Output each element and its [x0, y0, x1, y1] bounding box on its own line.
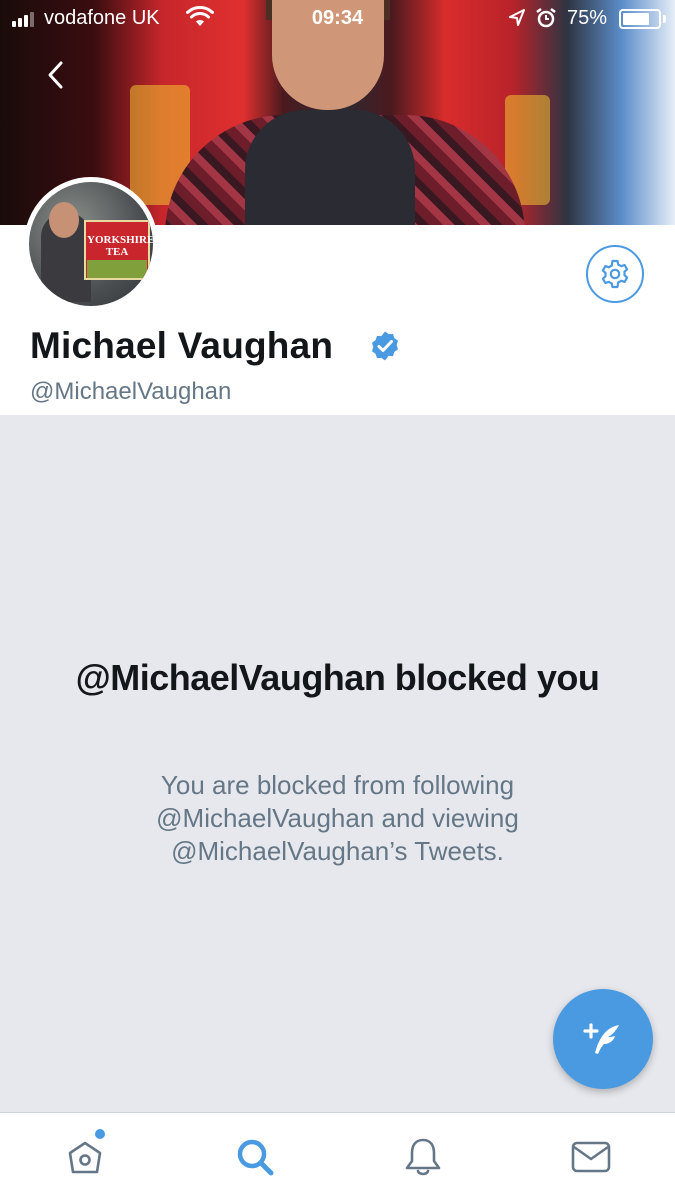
- bell-icon: [405, 1138, 441, 1176]
- home-icon: [68, 1141, 102, 1174]
- avatar[interactable]: YORKSHIRE TEA: [24, 177, 158, 311]
- chevron-left-icon: [48, 61, 63, 89]
- search-icon: [237, 1139, 274, 1176]
- compose-feather-icon: [583, 1023, 619, 1054]
- tab-home[interactable]: [61, 1133, 109, 1181]
- back-button[interactable]: [36, 55, 76, 95]
- envelope-icon: [571, 1141, 611, 1173]
- blocked-description: You are blocked from following @MichaelV…: [156, 770, 519, 866]
- tab-messages[interactable]: [567, 1133, 615, 1181]
- avatar-tea-label: YORKSHIRE TEA: [87, 234, 155, 258]
- tab-notifications[interactable]: [399, 1133, 447, 1181]
- profile-handle: @MichaelVaughan: [30, 378, 232, 405]
- verified-badge-icon: [372, 331, 398, 361]
- profile-settings-button[interactable]: [586, 245, 644, 303]
- gear-icon: [601, 259, 629, 289]
- battery-percentage: 75%: [567, 7, 608, 29]
- compose-tweet-button[interactable]: [553, 989, 653, 1089]
- battery-icon: [619, 9, 661, 29]
- blocked-title: @MichaelVaughan blocked you: [75, 657, 600, 698]
- tab-search[interactable]: [231, 1133, 279, 1181]
- profile-display-name: Michael Vaughan: [30, 325, 334, 366]
- location-icon: [509, 9, 525, 26]
- home-notification-dot: [95, 1129, 105, 1139]
- alarm-icon: [536, 8, 556, 28]
- status-bar: vodafone UK 09:34 75%: [0, 0, 675, 40]
